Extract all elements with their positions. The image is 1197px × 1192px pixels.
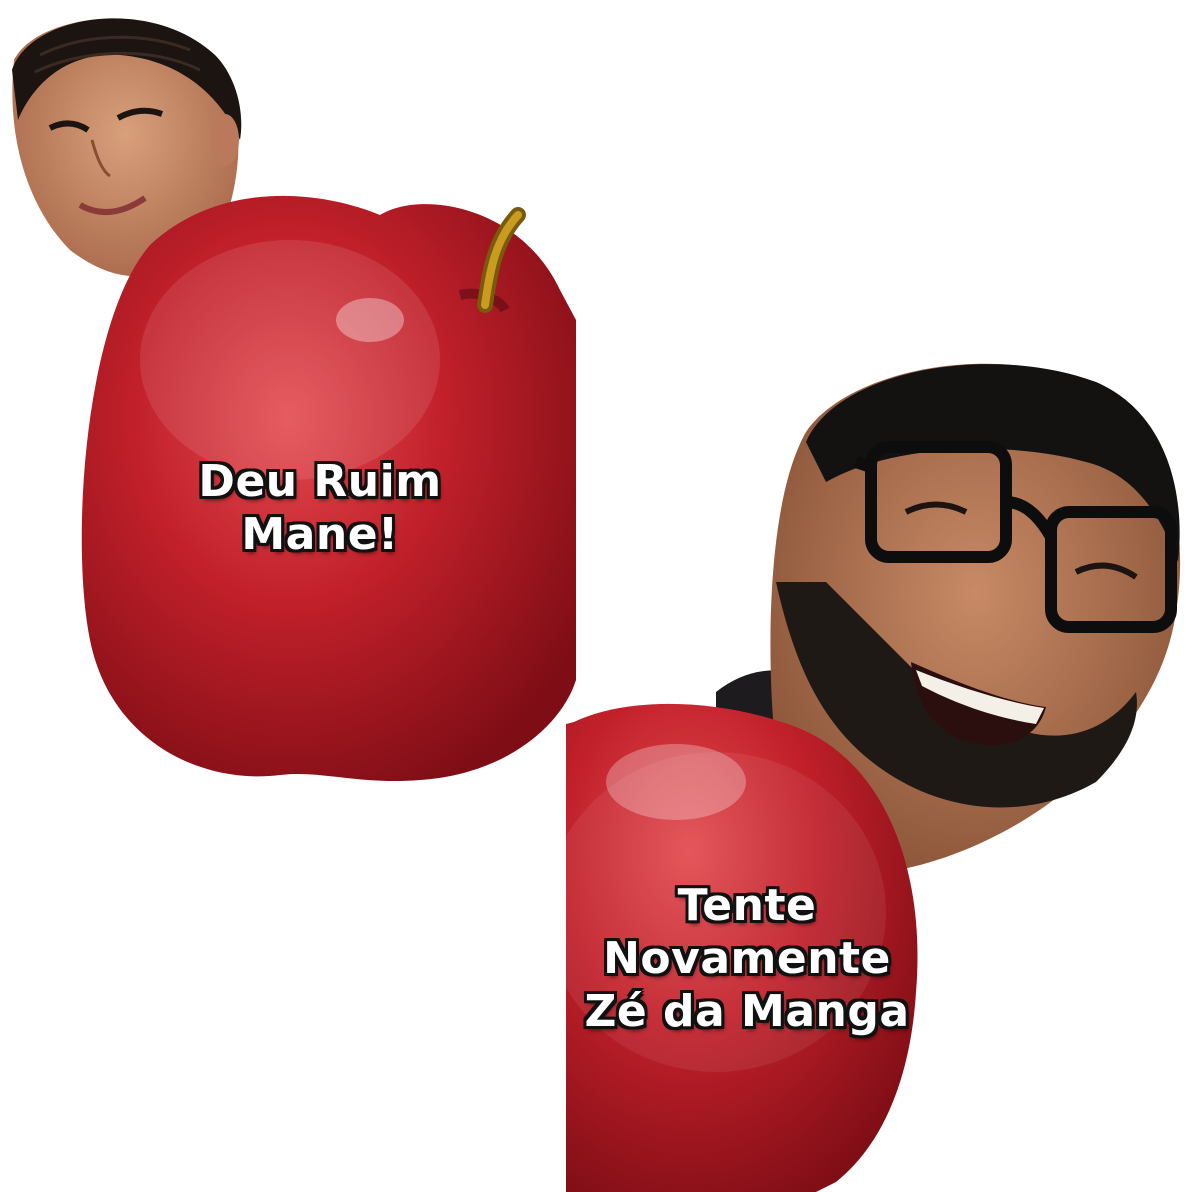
left-caption-line-1: Deu Ruim — [198, 456, 442, 507]
left-caption-line-2: Mane! — [241, 508, 399, 560]
right-caption-line-2: Novamente — [603, 932, 891, 984]
woman-apple-illustration — [12, 18, 576, 782]
right-caption: Tente Novamente Zé da Manga — [572, 880, 922, 1038]
right-sticker: Tente Novamente Zé da Manga — [566, 352, 1197, 1192]
left-caption: Deu Ruim Mane! — [160, 456, 480, 562]
right-caption-line-1: Tente — [677, 880, 817, 931]
left-sticker: Deu Ruim Mane! — [0, 0, 576, 790]
right-caption-line-3: Zé da Manga — [584, 985, 910, 1037]
man-apple-illustration — [566, 363, 1181, 1192]
